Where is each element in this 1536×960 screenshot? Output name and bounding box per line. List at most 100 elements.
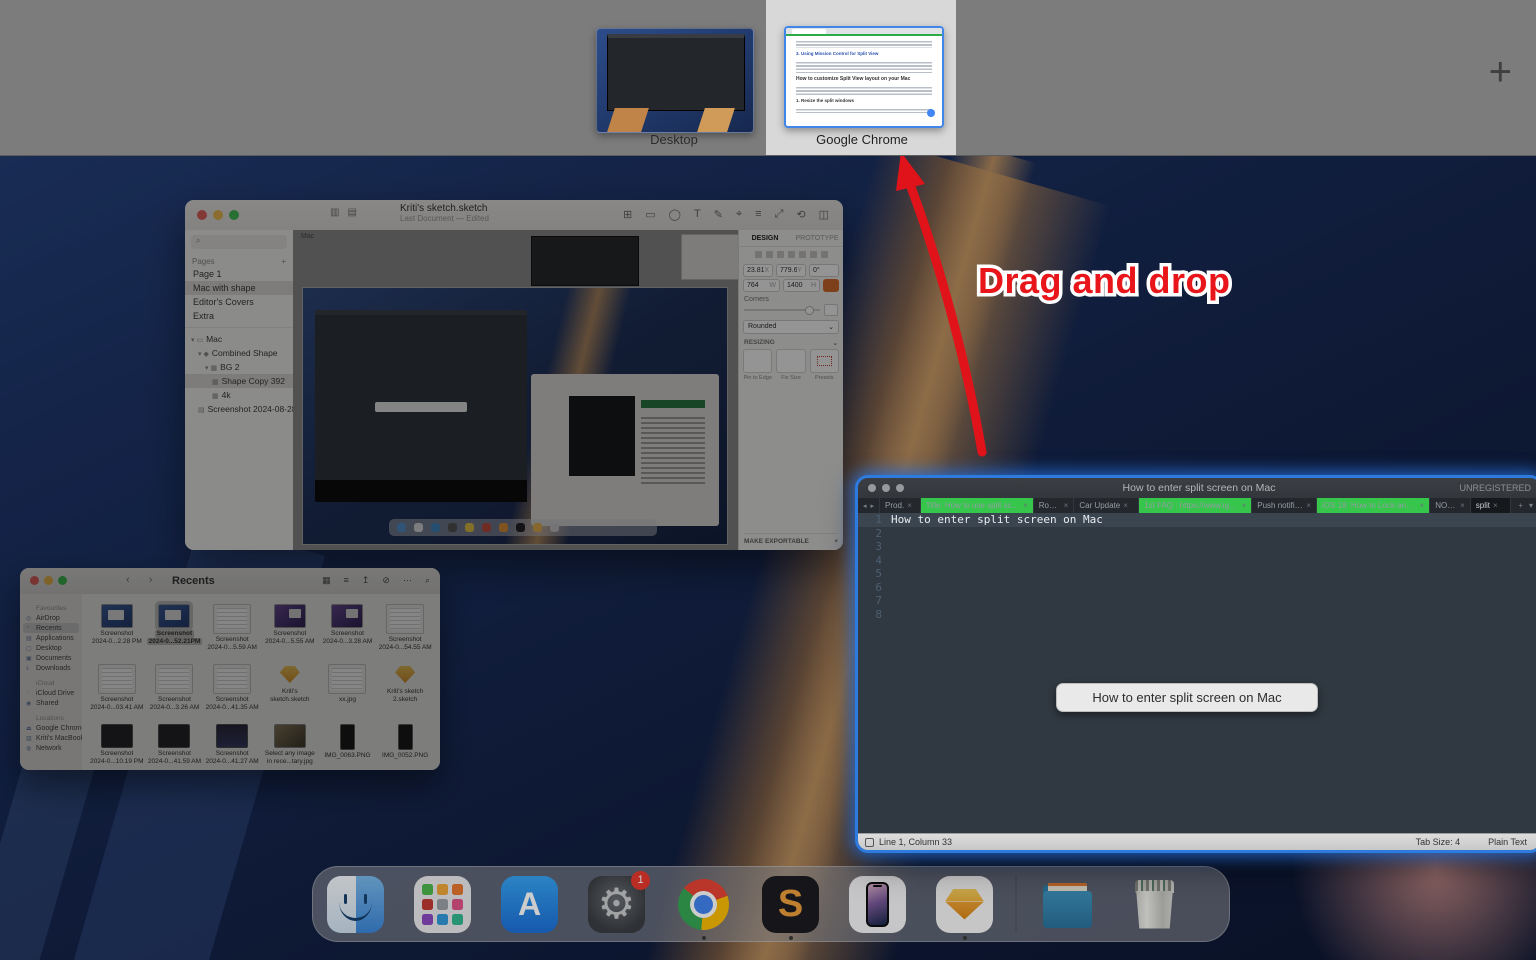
sketch-toolbar-icon[interactable]: ≡ (755, 208, 761, 221)
tab-close-icon[interactable]: × (1420, 501, 1425, 510)
layer-item[interactable]: ▾ ▭ Mac (185, 332, 293, 346)
add-export-icon[interactable]: + (834, 538, 838, 545)
file-item[interactable]: IMG_0063.PNG (319, 724, 377, 770)
sidebar-item[interactable]: ◉ Shared (20, 698, 82, 708)
editor-tab[interactable]: Push notifications× (1251, 498, 1316, 513)
tab-close-icon[interactable]: × (1064, 501, 1069, 510)
dock-icon-trash[interactable] (1126, 876, 1183, 933)
sidebar-item[interactable]: ◎ AirDrop (20, 613, 82, 623)
editor-tab[interactable]: NOTES× (1429, 498, 1470, 513)
sketch-toolbar-icon[interactable]: T (694, 208, 701, 221)
close-button[interactable] (197, 210, 207, 220)
sidebar-item[interactable]: ◔ Recents (23, 623, 79, 633)
x-position-field[interactable]: 23.81 X (743, 264, 773, 277)
layer-item[interactable]: ▤Screenshot 2024-08-28 at... (185, 402, 293, 416)
sketch-toolbar-icon[interactable]: ✎ (714, 208, 723, 221)
corner-radius-value[interactable] (824, 304, 838, 316)
dock-icon-system-settings[interactable]: ⚙ 1 (588, 870, 650, 933)
tab-close-icon[interactable]: × (1123, 501, 1128, 510)
file-item[interactable]: Screenshot 2024-0...41.35 AM (203, 664, 261, 724)
drag-proxy-chip[interactable]: How to enter split screen on Mac (1056, 683, 1318, 712)
editor-tab[interactable]: 1st FAQ : https://www.igeeksblog.com/how… (1138, 498, 1252, 513)
dock-icon-app-store[interactable]: A (501, 875, 558, 933)
sidebar-item[interactable]: Favourites (20, 603, 82, 613)
tab-close-icon[interactable]: × (1023, 501, 1028, 510)
new-tab-icon[interactable]: + (1518, 501, 1523, 510)
tab-close-icon[interactable]: × (1493, 501, 1498, 510)
dock-icon-sublime-text[interactable]: S (762, 875, 819, 940)
space-thumbnail-google-chrome[interactable]: 3. Using Mission Control for Split View … (784, 26, 944, 128)
finder-toolbar-icon[interactable]: ⌕ (425, 575, 430, 586)
file-item[interactable]: Screenshot 2024-0...10.19 PM (88, 724, 146, 770)
editor-tab[interactable]: Rough × (1032, 498, 1074, 513)
zoom-button[interactable] (58, 576, 67, 585)
dock-icon-google-chrome[interactable] (675, 876, 732, 940)
resizing-preview-tile[interactable] (809, 349, 839, 373)
close-button[interactable] (30, 576, 39, 585)
file-item[interactable]: Screenshot 2024-0...52.21PM (146, 604, 204, 664)
editor-tab[interactable]: Car Update × (1073, 498, 1138, 513)
sketch-toolbar-icon[interactable]: ⟲ (796, 208, 805, 221)
sidebar-item[interactable]: ▥ Kriti's MacBook (20, 733, 82, 743)
accent-toggle[interactable] (823, 279, 839, 292)
artboard-mac[interactable] (303, 288, 727, 544)
sidebar-item[interactable]: ◌ iCloud Drive (20, 688, 82, 698)
sidebar-item[interactable]: ▢ Desktop (20, 643, 82, 653)
rotation-field[interactable]: 0° (809, 264, 839, 277)
height-field[interactable]: 1400 H (783, 279, 820, 292)
file-item[interactable]: Screenshot 2024-0...3.26 AM (146, 664, 204, 724)
sublime-text-window[interactable]: How to enter split screen on Mac UNREGIS… (858, 478, 1536, 850)
layer-item[interactable]: ▾ ▦ BG 2 (185, 360, 293, 374)
sidebar-item[interactable]: ◍ Network (20, 743, 82, 753)
tab-nav-forward-icon[interactable]: ▸ (871, 502, 875, 510)
editor-tab[interactable]: Title: How to use split screen on Mac× (919, 498, 1033, 513)
sidebar-item[interactable]: ▤ Applications (20, 633, 82, 643)
back-forward-buttons[interactable]: ‹ › (126, 574, 160, 586)
dock-icon-downloads-folder[interactable] (1039, 876, 1096, 933)
dock-icon-sketch[interactable] (936, 875, 993, 940)
finder-toolbar-icon[interactable]: ⋯ (403, 575, 412, 586)
width-field[interactable]: 764 W (743, 279, 780, 292)
alignment-icons[interactable] (739, 247, 843, 262)
file-item[interactable]: Screenshot 2024-0...5.59 AM (203, 604, 261, 664)
tab-prototype[interactable]: PROTOTYPE (791, 235, 843, 242)
add-space-button[interactable]: + (1489, 52, 1512, 92)
dock-icon-iphone-mirroring[interactable] (849, 875, 906, 933)
artboard-title[interactable]: Mac (301, 233, 314, 240)
sketch-canvas[interactable]: Mac (293, 230, 739, 550)
space-thumbnail-desktop[interactable] (596, 28, 754, 133)
finder-toolbar-icon[interactable]: ⊘ (382, 575, 390, 586)
file-item[interactable]: Screenshot 2024-0...54.55 AM (376, 604, 434, 664)
tab-close-icon[interactable]: × (907, 501, 912, 510)
tab-close-icon[interactable]: × (1460, 501, 1465, 510)
file-item[interactable]: Kriti's sketch.sketch (261, 664, 319, 724)
syntax-indicator[interactable]: Plain Text (1488, 837, 1527, 847)
editor-tab[interactable]: split × (1469, 498, 1511, 513)
tab-design[interactable]: DESIGN (739, 235, 791, 242)
file-item[interactable]: Screenshot 2024-0...41.59 AM (146, 724, 204, 770)
layer-item[interactable]: ▦ Shape Copy 392 (185, 374, 293, 388)
finder-toolbar-icon[interactable]: ≡ (344, 575, 349, 586)
sidebar-item[interactable]: Locations (20, 713, 82, 723)
search-input[interactable]: ⌕ (191, 235, 287, 249)
dock-icon-finder[interactable] (327, 875, 384, 933)
sketch-toolbar-icon[interactable]: ◯ (669, 208, 681, 221)
pin-to-edge-tile[interactable] (743, 349, 773, 373)
page-item[interactable]: Mac with shape (185, 281, 293, 295)
file-item[interactable]: IMG_0052.PNG (376, 724, 434, 770)
minimize-button[interactable] (213, 210, 223, 220)
sketch-toolbar-icon[interactable]: ⊞ (623, 208, 632, 221)
zoom-button[interactable] (229, 210, 239, 220)
sketch-toolbar-icon[interactable]: ◫ (819, 208, 829, 221)
vintage-mode-icon[interactable] (865, 837, 874, 847)
file-item[interactable]: xx.jpg (319, 664, 377, 724)
corner-style-dropdown[interactable]: Rounded ⌄ (743, 320, 839, 334)
file-item[interactable]: Select any image in rece...tary.jpg (261, 724, 319, 770)
finder-window[interactable]: ‹ › Recents ▦ ≡ ↥ ⊘ ⋯ ⌕ Favourites ◎ AirDrop ◔… (20, 568, 440, 770)
fix-size-tile[interactable] (776, 349, 806, 373)
corner-radius-slider[interactable] (744, 306, 820, 315)
file-item[interactable]: Kriti's sketch 2.sketch (376, 664, 434, 724)
page-item[interactable]: Page 1 (185, 267, 293, 281)
dock-icon-launchpad[interactable] (414, 875, 471, 933)
minimize-button[interactable] (44, 576, 53, 585)
